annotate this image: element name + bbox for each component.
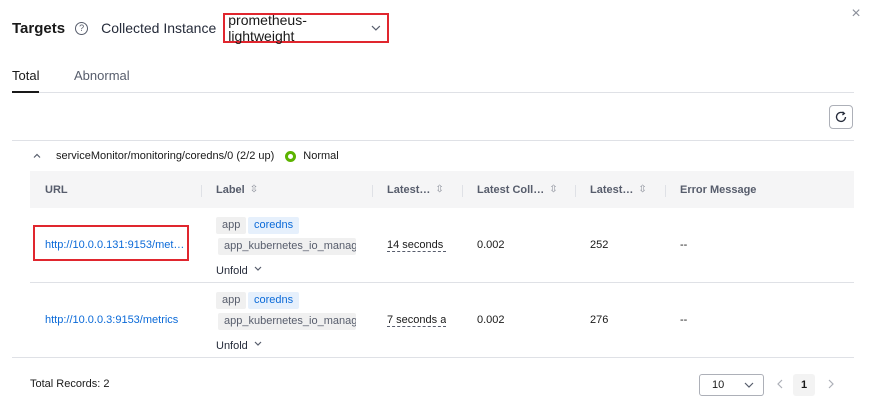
column-error-message: Error Message bbox=[680, 183, 757, 196]
column-latest-scrape[interactable]: Latest… ⇳ bbox=[387, 171, 444, 208]
targets-table: URL Label ⇳ Latest… ⇳ Latest Coll… ⇳ Latest… bbox=[30, 171, 854, 358]
column-latest-samples[interactable]: Latest… ⇳ bbox=[590, 171, 647, 208]
chevron-left-icon[interactable] bbox=[775, 377, 785, 391]
tab-bar: Total Abnormal bbox=[12, 63, 854, 93]
latest-collection-duration: 0.002 bbox=[477, 239, 505, 251]
header: Targets ? Collected Instance prometheus-… bbox=[12, 12, 390, 44]
page-title: Targets bbox=[12, 19, 66, 37]
label-tag: app bbox=[216, 217, 247, 234]
page-size-select[interactable]: 10 bbox=[699, 374, 764, 396]
column-divider bbox=[462, 185, 463, 197]
latest-scrape-time[interactable]: 7 seconds a bbox=[387, 314, 446, 327]
column-divider bbox=[201, 185, 202, 197]
chevron-down-icon bbox=[254, 266, 262, 271]
column-divider bbox=[575, 185, 576, 197]
chevron-down-icon bbox=[372, 25, 381, 31]
error-message: -- bbox=[680, 239, 688, 251]
sort-icon[interactable]: ⇳ bbox=[435, 184, 443, 195]
latest-scrape-time[interactable]: 14 seconds bbox=[387, 239, 446, 252]
label-tag: app_kubernetes_io_manag bbox=[218, 313, 356, 330]
sort-icon[interactable]: ⇳ bbox=[250, 184, 258, 195]
latest-samples: 252 bbox=[590, 239, 609, 251]
chevron-right-icon[interactable] bbox=[826, 377, 836, 391]
error-message: -- bbox=[680, 314, 688, 326]
column-divider bbox=[665, 185, 666, 197]
sort-icon[interactable]: ⇳ bbox=[638, 184, 646, 195]
status-text: Normal bbox=[303, 150, 339, 162]
status-normal-icon bbox=[285, 150, 297, 162]
table-row: http://10.0.0.131:9153/met… app coredns … bbox=[30, 208, 854, 283]
table-header: URL Label ⇳ Latest… ⇳ Latest Coll… ⇳ Latest… bbox=[30, 171, 854, 208]
sort-icon[interactable]: ⇳ bbox=[549, 184, 557, 195]
label-tag: coredns bbox=[248, 292, 300, 309]
label-tag: coredns bbox=[248, 217, 300, 234]
divider bbox=[12, 140, 854, 141]
service-monitor-name: serviceMonitor/monitoring/coredns/0 (2/2… bbox=[56, 150, 275, 162]
collected-instance-value: prometheus-lightweight bbox=[228, 12, 307, 44]
column-label[interactable]: Label ⇳ bbox=[216, 171, 258, 208]
collected-instance-select[interactable]: prometheus-lightweight bbox=[223, 12, 390, 44]
page-size-value: 10 bbox=[712, 379, 725, 391]
chevron-down-icon bbox=[254, 341, 262, 346]
tab-abnormal[interactable]: Abnormal bbox=[74, 68, 130, 83]
latest-samples: 276 bbox=[590, 314, 609, 326]
service-monitor-group-header[interactable]: serviceMonitor/monitoring/coredns/0 (2/2… bbox=[32, 148, 339, 164]
label-tag: app_kubernetes_io_manag bbox=[218, 238, 356, 255]
collected-instance-label: Collected Instance bbox=[101, 20, 217, 36]
unfold-button[interactable]: Unfold bbox=[216, 264, 265, 277]
chevron-down-icon bbox=[744, 382, 754, 388]
chevron-up-icon[interactable] bbox=[32, 151, 42, 161]
pagination-current-page[interactable]: 1 bbox=[793, 374, 815, 396]
target-url-link[interactable]: http://10.0.0.3:9153/metrics bbox=[45, 314, 178, 326]
refresh-icon bbox=[835, 111, 847, 123]
label-tag: app bbox=[216, 292, 247, 309]
column-divider bbox=[372, 185, 373, 197]
question-circle-icon[interactable]: ? bbox=[75, 21, 89, 35]
tab-total[interactable]: Total bbox=[12, 68, 39, 83]
active-tab-indicator bbox=[12, 91, 39, 93]
target-url-link[interactable]: http://10.0.0.131:9153/met… bbox=[45, 239, 184, 251]
total-records: Total Records: 2 bbox=[30, 378, 110, 390]
unfold-button[interactable]: Unfold bbox=[216, 339, 265, 352]
column-latest-collection[interactable]: Latest Coll… ⇳ bbox=[477, 171, 558, 208]
refresh-button[interactable] bbox=[829, 105, 853, 129]
table-row: http://10.0.0.3:9153/metrics app coredns… bbox=[30, 283, 854, 358]
latest-collection-duration: 0.002 bbox=[477, 314, 505, 326]
close-icon[interactable]: × bbox=[848, 6, 864, 22]
divider bbox=[12, 357, 854, 358]
column-url: URL bbox=[45, 183, 68, 196]
